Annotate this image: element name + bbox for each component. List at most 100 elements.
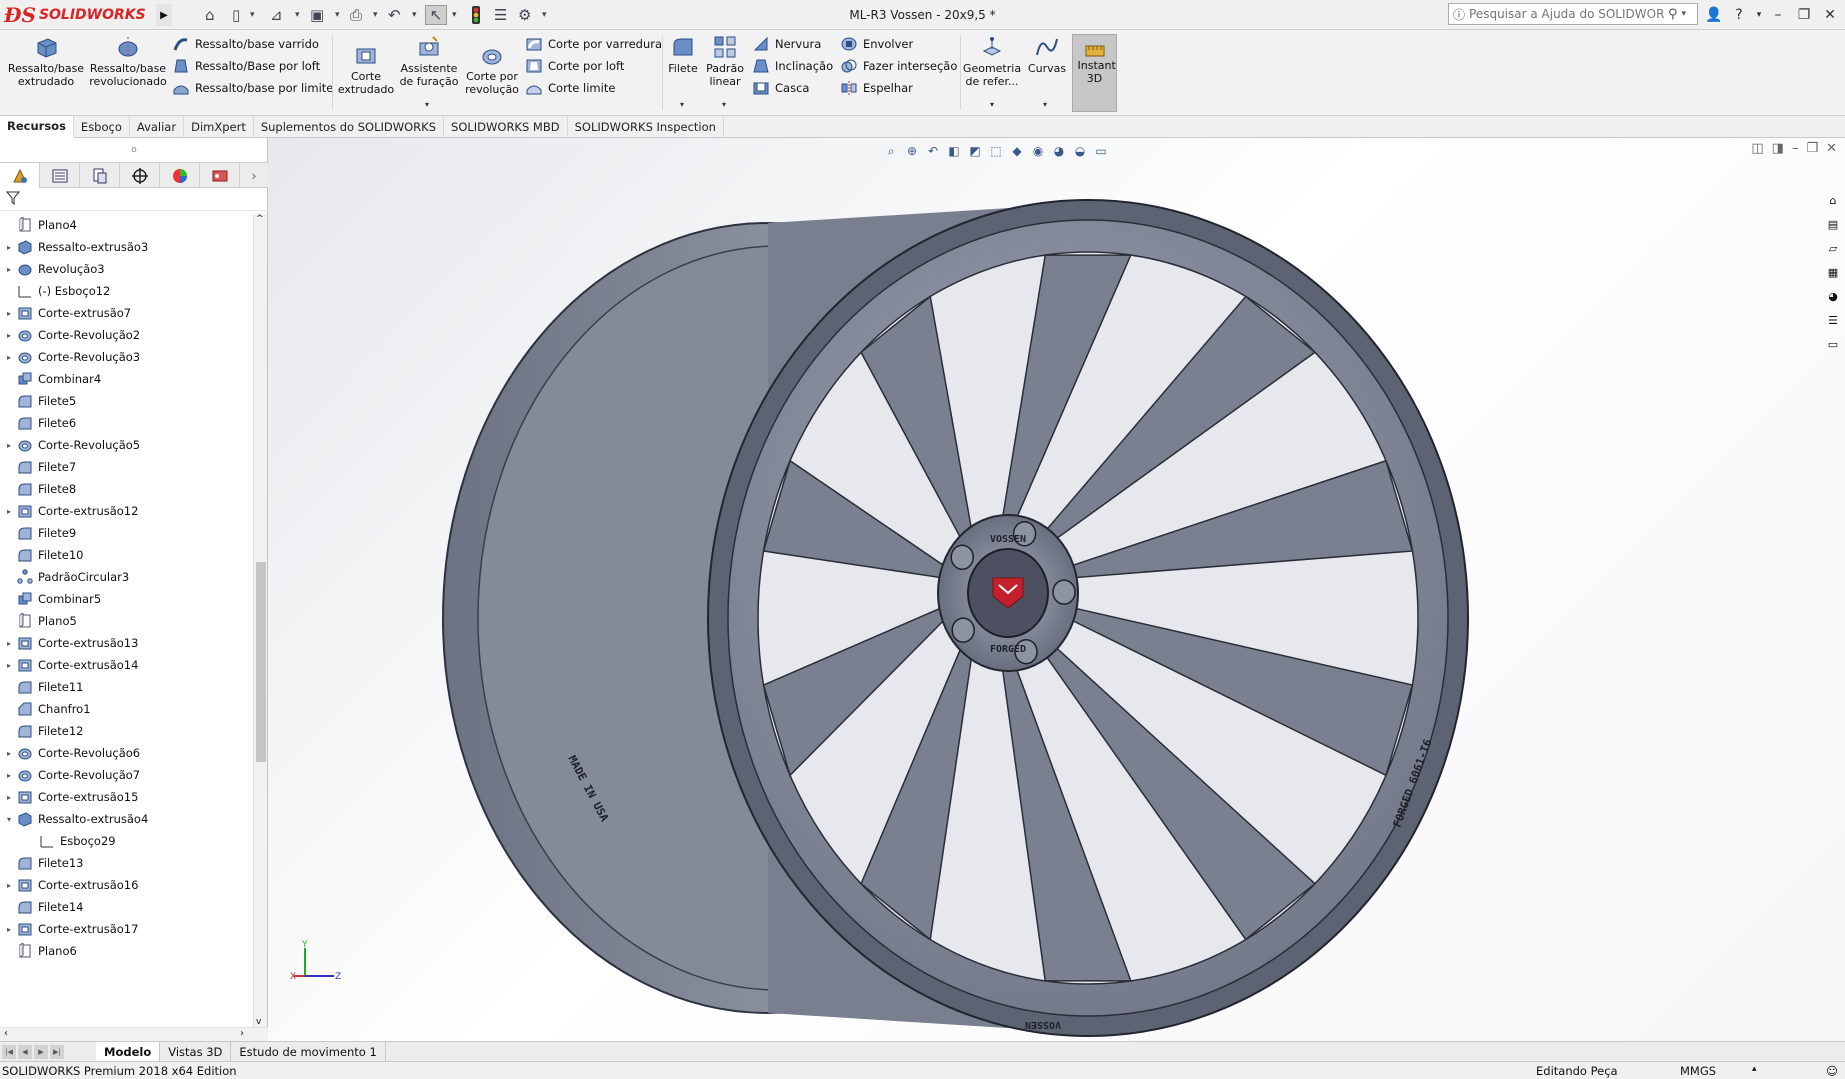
manager-tabs-more-icon[interactable]: › [240,163,268,188]
tab-avaliar[interactable]: Avaliar [130,116,185,138]
scroll-down-icon[interactable]: v [256,1017,261,1027]
forum-icon[interactable]: ▭ [1823,334,1843,354]
expand-arrow-icon[interactable]: ▸ [4,881,14,890]
last-tab-icon[interactable]: ▶| [50,1044,64,1059]
print-dropdown-icon[interactable]: ▾ [373,5,378,25]
tree-item[interactable]: ▸ Corte-extrusão7 [0,302,131,324]
property-manager-tab-icon[interactable] [40,163,80,188]
prev-tab-icon[interactable]: ◀ [18,1044,32,1059]
tree-item[interactable]: Filete11 [0,676,83,698]
tree-item[interactable]: ▸ Corte-Revolução6 [0,742,140,764]
tree-item[interactable]: ▸ Corte-extrusão14 [0,654,138,676]
search-icon[interactable]: ⚲ [1668,7,1678,22]
expand-arrow-icon[interactable]: ▸ [4,441,14,450]
tree-item[interactable]: ▸ Corte-extrusão13 [0,632,138,654]
expand-arrow-icon[interactable]: ▸ [4,749,14,758]
extruded-boss-button[interactable]: Ressalto/base extrudado [6,34,86,88]
save-dropdown-icon[interactable]: ▾ [335,5,340,25]
pattern-dropdown-icon[interactable]: ▾ [722,100,726,109]
tab-inspection[interactable]: SOLIDWORKS Inspection [568,116,724,138]
restore-window-icon[interactable]: ❐ [1793,4,1815,26]
tab-mbd[interactable]: SOLIDWORKS MBD [444,116,568,138]
tree-item[interactable]: Chanfro1 [0,698,91,720]
boundary-boss-button[interactable]: Ressalto/base por limite [172,78,333,98]
tree-item[interactable]: Filete14 [0,896,83,918]
hole-wizard-dropdown-icon[interactable]: ▾ [425,100,429,109]
tree-item[interactable]: (-) Esboço12 [0,280,110,302]
options-gear-icon[interactable]: ⚙ [518,5,531,25]
tree-item[interactable]: ▸ Corte-extrusão17 [0,918,138,940]
draft-button[interactable]: Inclinação [752,56,833,76]
instant-3d-button[interactable]: Instant 3D [1072,34,1117,112]
undo-dropdown-icon[interactable]: ▾ [412,5,417,25]
tree-horizontal-scrollbar[interactable]: ‹ › [0,1027,268,1041]
reference-geometry-button[interactable]: Geometria de refer... [962,34,1022,88]
tooltip-icon[interactable]: ☺ [1826,1064,1838,1078]
undo-icon[interactable]: ↶ [388,5,401,25]
tree-item[interactable]: ▸ Corte-Revolução3 [0,346,140,368]
select-pointer-icon[interactable]: ↖ [425,5,447,25]
reference-geometry-dropdown-icon[interactable]: ▾ [990,100,994,109]
expand-arrow-icon[interactable]: ▸ [4,331,14,340]
tree-item[interactable]: ▸ Corte-extrusão16 [0,874,138,896]
tree-item[interactable]: Filete9 [0,522,76,544]
tree-item[interactable]: Plano4 [0,214,77,236]
rib-button[interactable]: Nervura [752,34,821,54]
display-manager-tab-icon[interactable] [160,163,200,188]
file-explorer-icon[interactable]: ▱ [1823,238,1843,258]
tree-item[interactable]: ▸ Ressalto-extrusão3 [0,236,148,258]
tree-item[interactable]: ▸ Corte-Revolução7 [0,764,140,786]
graphics-area[interactable]: ⌕ ⊕ ↶ ◧ ◩ ⬚ ◆ ◉ ◕ ◒ ▭ ◫ ◨ – ❐ ✕ VOSSEN F… [268,138,1845,1041]
tab-dimxpert[interactable]: DimXpert [184,116,254,138]
revolved-cut-button[interactable]: Corte por revolução [462,42,522,96]
user-account-icon[interactable]: 👤 [1703,4,1725,26]
boundary-cut-button[interactable]: Corte limite [525,78,615,98]
select-dropdown-icon[interactable]: ▾ [452,5,457,25]
curves-dropdown-icon[interactable]: ▾ [1043,100,1047,109]
dimxpert-manager-tab-icon[interactable] [120,163,160,188]
minimize-window-icon[interactable]: – [1767,4,1789,26]
options-dropdown-icon[interactable]: ▾ [542,5,547,25]
wrap-button[interactable]: Envolver [840,34,913,54]
tab-esboco[interactable]: Esboço [74,116,130,138]
tree-item[interactable]: ▸ Corte-Revolução5 [0,434,140,456]
tree-item[interactable]: Filete10 [0,544,83,566]
shell-button[interactable]: Casca [752,78,809,98]
lofted-boss-button[interactable]: Ressalto/Base por loft [172,56,320,76]
curves-button[interactable]: Curvas [1024,34,1070,75]
tree-item[interactable]: Filete13 [0,852,83,874]
tree-item[interactable]: Plano5 [0,610,77,632]
extruded-cut-button[interactable]: Corte extrudado [336,42,396,96]
next-tab-icon[interactable]: ▶ [34,1044,48,1059]
solidworks-resources-icon[interactable]: ⌂ [1823,190,1843,210]
search-dropdown-icon[interactable]: ▾ [1682,9,1687,19]
cam-manager-tab-icon[interactable] [200,163,240,188]
design-library-icon[interactable]: ▤ [1823,214,1843,234]
tree-item[interactable]: PadrãoCircular3 [0,566,129,588]
tree-item[interactable]: ▸ Corte-extrusão15 [0,786,138,808]
expand-arrow-icon[interactable]: ▸ [4,639,14,648]
rebuild-icon[interactable] [470,5,482,25]
appearances-icon[interactable]: ◕ [1823,286,1843,306]
linear-pattern-button[interactable]: Padrão linear [702,34,748,88]
tree-item[interactable]: Esboço29 [0,830,116,852]
intersect-button[interactable]: Fazer interseção [840,56,957,76]
new-dropdown-icon[interactable]: ▾ [250,5,255,25]
tree-filter[interactable] [0,189,268,211]
tree-item[interactable]: Plano6 [0,940,77,958]
tree-item[interactable]: ▸ Corte-extrusão12 [0,500,138,522]
scroll-up-icon[interactable]: ^ [256,214,264,224]
tree-item[interactable]: ▸ Revolução3 [0,258,105,280]
tab-recursos[interactable]: Recursos [0,116,74,138]
tab-motion-study[interactable]: Estudo de movimento 1 [231,1041,386,1062]
tree-item[interactable]: Combinar5 [0,588,101,610]
tree-item[interactable]: Filete7 [0,456,76,478]
open-dropdown-icon[interactable]: ▾ [295,5,300,25]
expand-arrow-icon[interactable]: ▸ [4,661,14,670]
menu-expand-arrow[interactable]: ▶ [156,4,172,26]
print-icon[interactable]: ⎙ [350,5,362,25]
swept-boss-button[interactable]: Ressalto/base varrido [172,34,319,54]
tree-item[interactable]: Filete8 [0,478,76,500]
hole-wizard-button[interactable]: Assistente de furação [398,34,460,88]
panel-splitter[interactable]: o [0,138,268,162]
